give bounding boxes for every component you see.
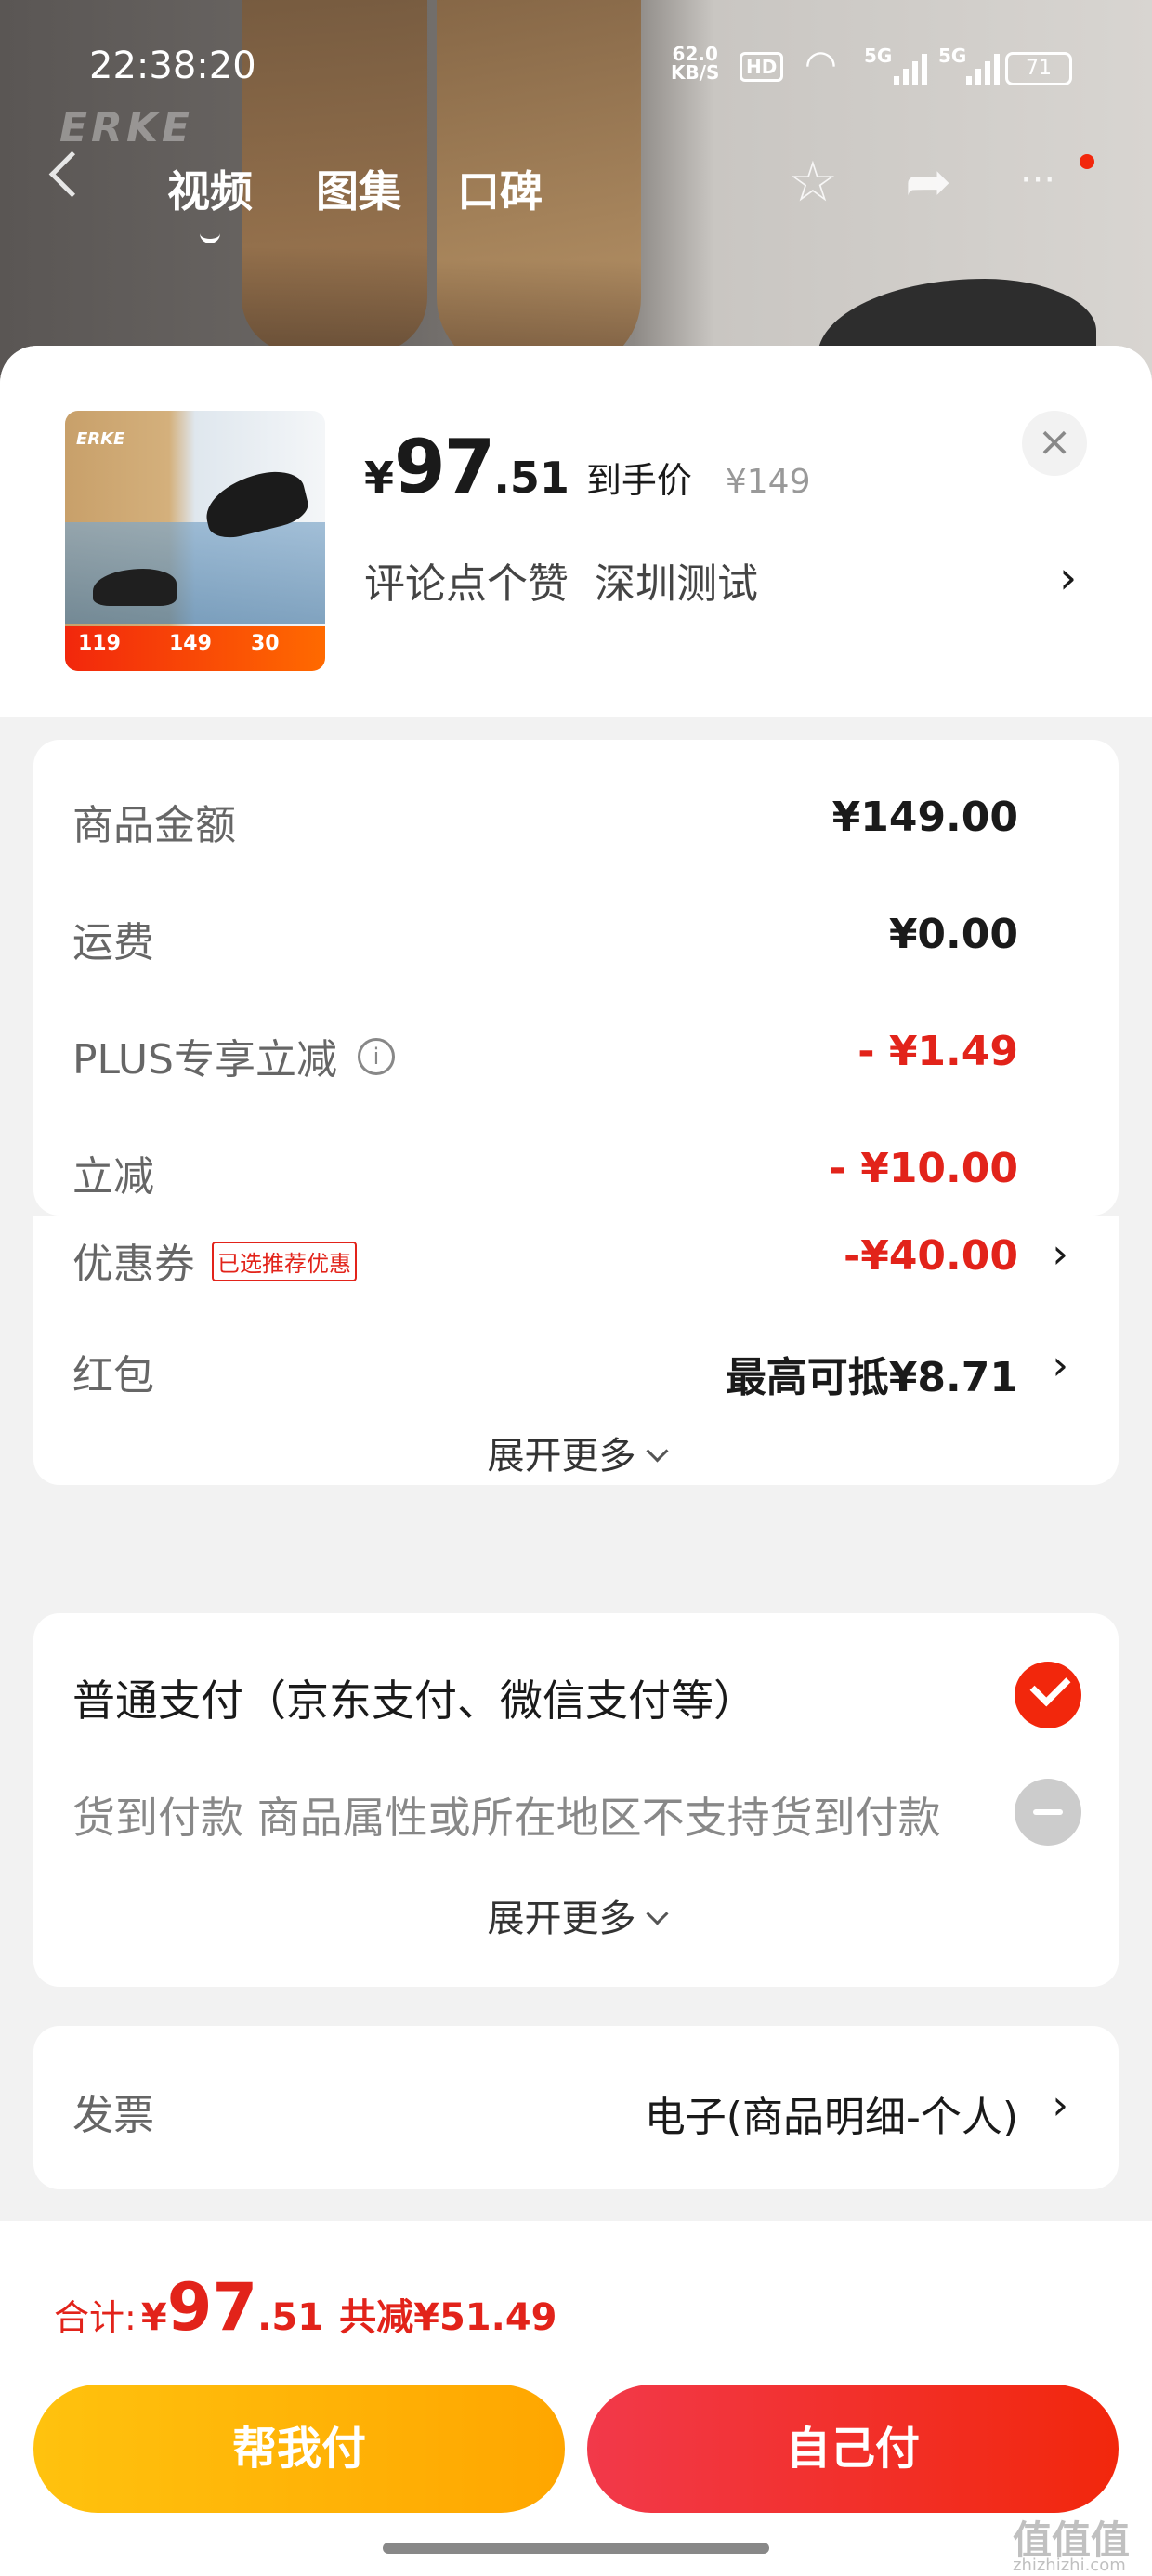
order-total: 合计: ¥97.51 共减¥51.49 — [54, 2269, 557, 2346]
close-icon[interactable]: × — [1022, 411, 1087, 476]
cost-row-coupon[interactable]: 优惠券 已选推荐优惠 -¥40.00 › — [72, 1230, 1068, 1288]
checkmark-selected-icon[interactable] — [1015, 1662, 1081, 1728]
signal-5g-label: 5G — [938, 45, 967, 67]
signal-bars-icon — [966, 54, 1003, 85]
battery-icon: 71 — [1005, 52, 1072, 85]
signal-5g-label: 5G — [864, 45, 893, 67]
help-me-pay-button[interactable]: 帮我付 — [33, 2385, 565, 2513]
disabled-minus-icon — [1015, 1779, 1081, 1846]
cost-row-red-packet[interactable]: 红包 最高可抵¥8.71 › — [72, 1342, 1068, 1401]
network-speed: 62.0 KB/S — [671, 43, 720, 84]
more-icon[interactable]: ··· — [1020, 152, 1055, 208]
chevron-down-icon — [645, 1902, 669, 1925]
product-spec-line[interactable]: 评论点个赞 深圳测试 — [364, 550, 758, 610]
expand-more-payment[interactable]: 展开更多 — [33, 1888, 1119, 1942]
final-price: ¥97.51 到手价 ¥149 — [364, 424, 811, 510]
original-price: ¥149 — [725, 463, 811, 501]
wifi-icon: ◠ — [805, 43, 837, 85]
tab-gallery[interactable]: 图集 — [316, 158, 401, 219]
back-icon[interactable] — [48, 151, 96, 198]
status-bar: 22:38:20 62.0 KB/S HD ◠ 5G 5G 71 — [0, 37, 1152, 102]
expand-more-costs[interactable]: 展开更多 — [33, 1426, 1119, 1479]
share-icon[interactable]: ➦ — [905, 154, 951, 210]
chevron-right-icon: › — [1052, 2082, 1068, 2129]
chevron-down-icon — [645, 1439, 669, 1463]
pay-myself-button[interactable]: 自己付 — [587, 2385, 1119, 2513]
notification-dot — [1080, 154, 1094, 169]
home-indicator[interactable] — [383, 2543, 769, 2554]
top-nav: 视频 图集 口碑 ☆ ➦ ··· — [0, 149, 1152, 243]
brand-watermark-logo: ERKE — [59, 104, 194, 151]
product-thumbnail: ERKE 119 149 30 — [65, 411, 325, 671]
chevron-right-icon: › — [1052, 1342, 1068, 1389]
tab-reviews[interactable]: 口碑 — [457, 158, 543, 219]
invoice-row[interactable]: 发票 电子(商品明细-个人) › — [72, 2082, 1068, 2141]
cost-breakdown-card-lower: 优惠券 已选推荐优惠 -¥40.00 › 红包 最高可抵¥8.71 › 展开更多 — [33, 1216, 1119, 1485]
info-icon[interactable]: i — [358, 1038, 395, 1075]
cost-row-instant-discount: 立减 - ¥10.00 — [72, 1145, 1018, 1201]
signal-bars-icon — [894, 54, 931, 85]
cost-row-plus-discount: PLUS专享立减 i - ¥1.49 — [72, 1028, 1018, 1084]
hd-icon: HD — [740, 52, 784, 82]
payment-option-cod: 货到付款 商品属性或所在地区不支持货到付款 — [72, 1779, 1081, 1846]
cost-row-goods: 商品金额 ¥149.00 — [72, 794, 1018, 849]
star-icon[interactable]: ☆ — [788, 154, 838, 210]
cost-breakdown-card: 商品金额 ¥149.00 运费 ¥0.00 PLUS专享立减 i - ¥1.49 … — [33, 740, 1119, 1216]
cost-row-shipping: 运费 ¥0.00 — [72, 911, 1018, 966]
site-watermark-url: zhizhizhi.com — [1013, 2556, 1126, 2575]
payment-option-standard[interactable]: 普通支付（京东支付、微信支付等） — [72, 1662, 1081, 1728]
tab-video[interactable]: 视频 — [167, 158, 253, 243]
product-summary: ERKE 119 149 30 ¥97.51 到手价 ¥149 × 评论点个赞 深圳测… — [0, 346, 1152, 717]
payment-method-card: 普通支付（京东支付、微信支付等） 货到付款 商品属性或所在地区不支持货到付款 展… — [33, 1613, 1119, 1987]
thumb-brand-logo: ERKE — [76, 429, 125, 449]
chevron-right-icon[interactable]: › — [1059, 552, 1077, 604]
coupon-recommended-tag: 已选推荐优惠 — [212, 1241, 357, 1281]
chevron-right-icon: › — [1052, 1230, 1068, 1278]
invoice-card[interactable]: 发票 电子(商品明细-个人) › — [33, 2026, 1119, 2189]
checkout-footer: 合计: ¥97.51 共减¥51.49 帮我付 自己付 — [0, 2221, 1152, 2576]
final-price-label: 到手价 — [585, 460, 692, 501]
status-time: 22:38:20 — [89, 45, 256, 87]
total-savings: 共减¥51.49 — [339, 2296, 557, 2339]
